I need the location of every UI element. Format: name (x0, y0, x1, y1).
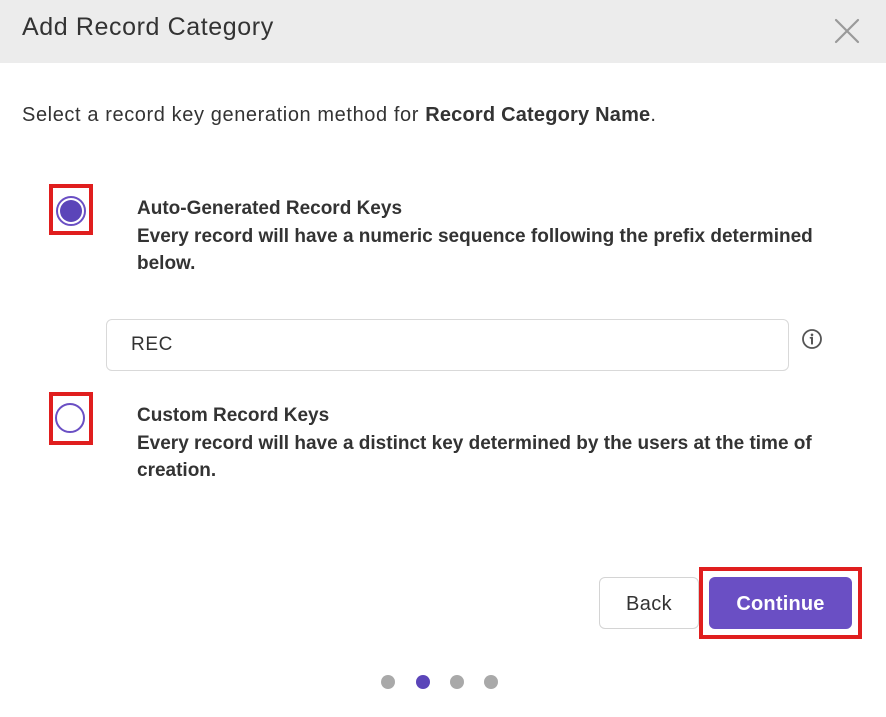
prompt-period: . (650, 104, 657, 126)
continue-button[interactable]: Continue (709, 577, 852, 629)
option-desc-auto-generated: Every record will have a numeric sequenc… (137, 226, 813, 274)
option-title-auto-generated: Auto-Generated Record Keys (137, 198, 403, 219)
option-title-custom: Custom Record Keys (137, 405, 330, 426)
step-dot-1[interactable] (381, 675, 395, 689)
prefix-input[interactable] (106, 319, 789, 371)
info-button[interactable] (801, 328, 823, 350)
record-category-name: Record Category Name (425, 104, 651, 126)
back-button[interactable]: Back (599, 577, 699, 629)
step-dot-4[interactable] (484, 675, 498, 689)
info-icon (802, 329, 822, 349)
add-record-category-dialog: Add Record Category Select a record key … (0, 0, 886, 717)
option-desc-custom: Every record will have a distinct key de… (137, 433, 812, 481)
dialog-title: Add Record Category (22, 13, 274, 41)
step-dot-3[interactable] (450, 675, 464, 689)
radio-auto-generated[interactable] (56, 196, 86, 226)
close-button[interactable] (832, 16, 862, 46)
step-dot-2[interactable] (416, 675, 430, 689)
method-prompt: Select a record key generation method fo… (22, 104, 657, 127)
radio-custom-record-keys[interactable] (55, 403, 85, 433)
close-icon (834, 18, 860, 44)
prompt-text: Select a record key generation method fo… (22, 104, 426, 126)
dialog-header: Add Record Category (0, 0, 886, 63)
